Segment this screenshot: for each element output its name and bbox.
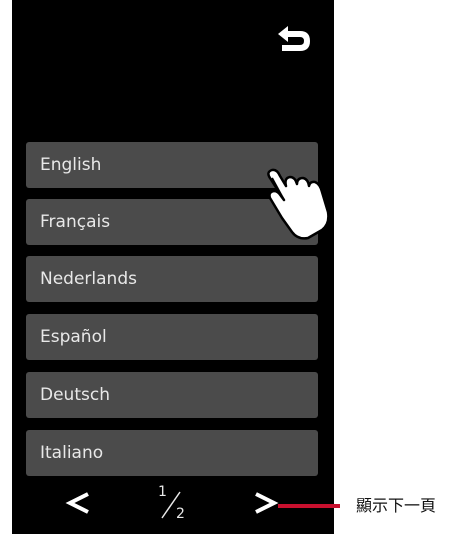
back-arrow-icon [278,26,310,51]
callout-line [278,504,340,508]
language-item-espanol[interactable]: Español [26,314,318,360]
chevron-right-icon [255,492,279,514]
language-item-nederlands[interactable]: Nederlands [26,256,318,302]
language-item-deutsch[interactable]: Deutsch [26,372,318,418]
tap-hand-icon [252,160,342,240]
callout-label: 顯示下一頁 [356,496,437,515]
back-button[interactable] [272,22,314,58]
language-item-italiano[interactable]: Italiano [26,430,318,476]
next-page-button[interactable] [250,488,280,518]
page-indicator: 1 2 [154,484,190,524]
device-screen: English Français Nederlands Español Deut… [12,0,334,534]
chevron-left-icon [65,492,89,514]
page-total: 2 [176,506,185,522]
prev-page-button[interactable] [64,488,94,518]
